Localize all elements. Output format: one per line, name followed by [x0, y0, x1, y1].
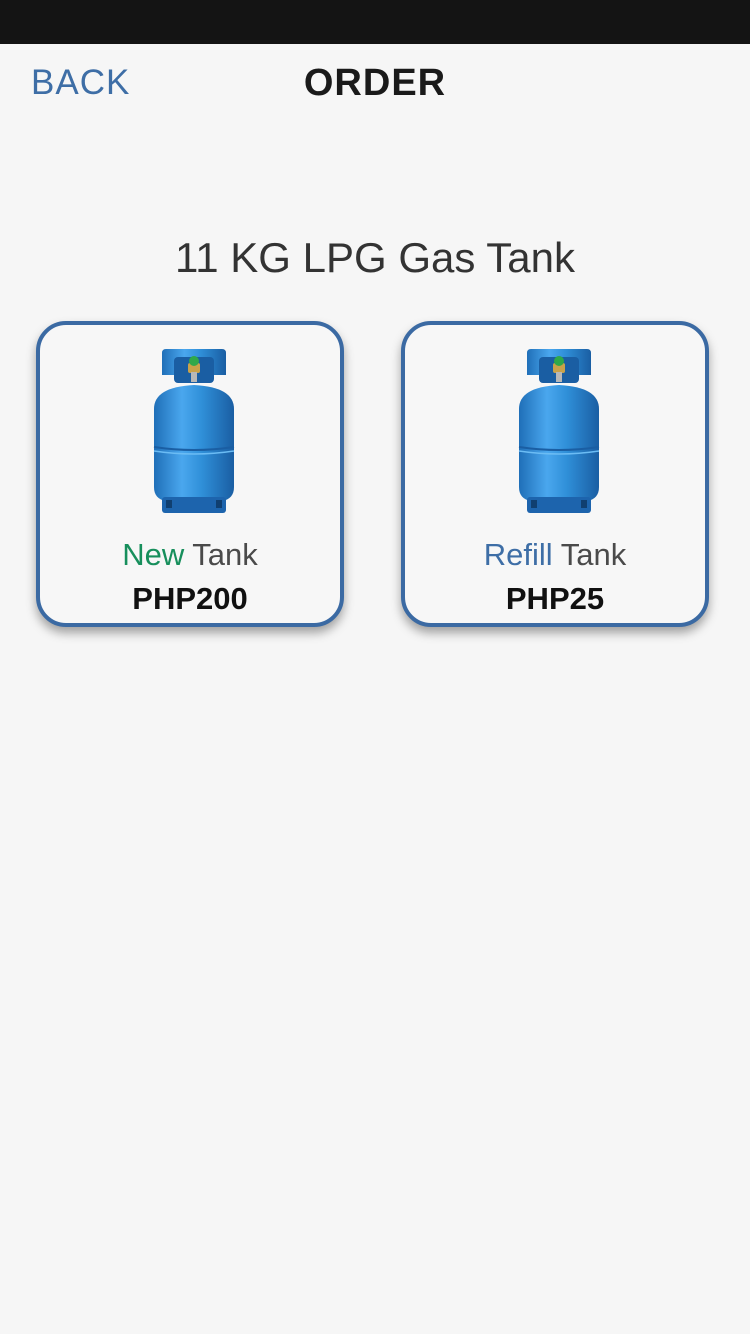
page-title: ORDER [303, 62, 447, 104]
refill-label-accent: Refill [483, 537, 553, 572]
gas-tank-icon [518, 349, 600, 513]
nav-bar: BACK ORDER [0, 44, 750, 122]
gas-tank-icon [153, 349, 235, 513]
new-label-accent: New [122, 537, 185, 572]
new-tank-card[interactable]: New Tank PHP200 [36, 321, 344, 627]
new-tank-label: New Tank [40, 537, 340, 573]
refill-tank-price: PHP25 [505, 581, 605, 616]
refill-tank-label: Refill Tank [405, 537, 705, 573]
new-tank-price: PHP200 [132, 581, 248, 616]
product-title: 11 KG LPG Gas Tank [175, 234, 575, 281]
status-bar [0, 0, 750, 44]
new-label-rest: Tank [192, 537, 258, 572]
refill-tank-card[interactable]: Refill Tank PHP25 [401, 321, 709, 627]
refill-label-rest: Tank [560, 537, 627, 572]
